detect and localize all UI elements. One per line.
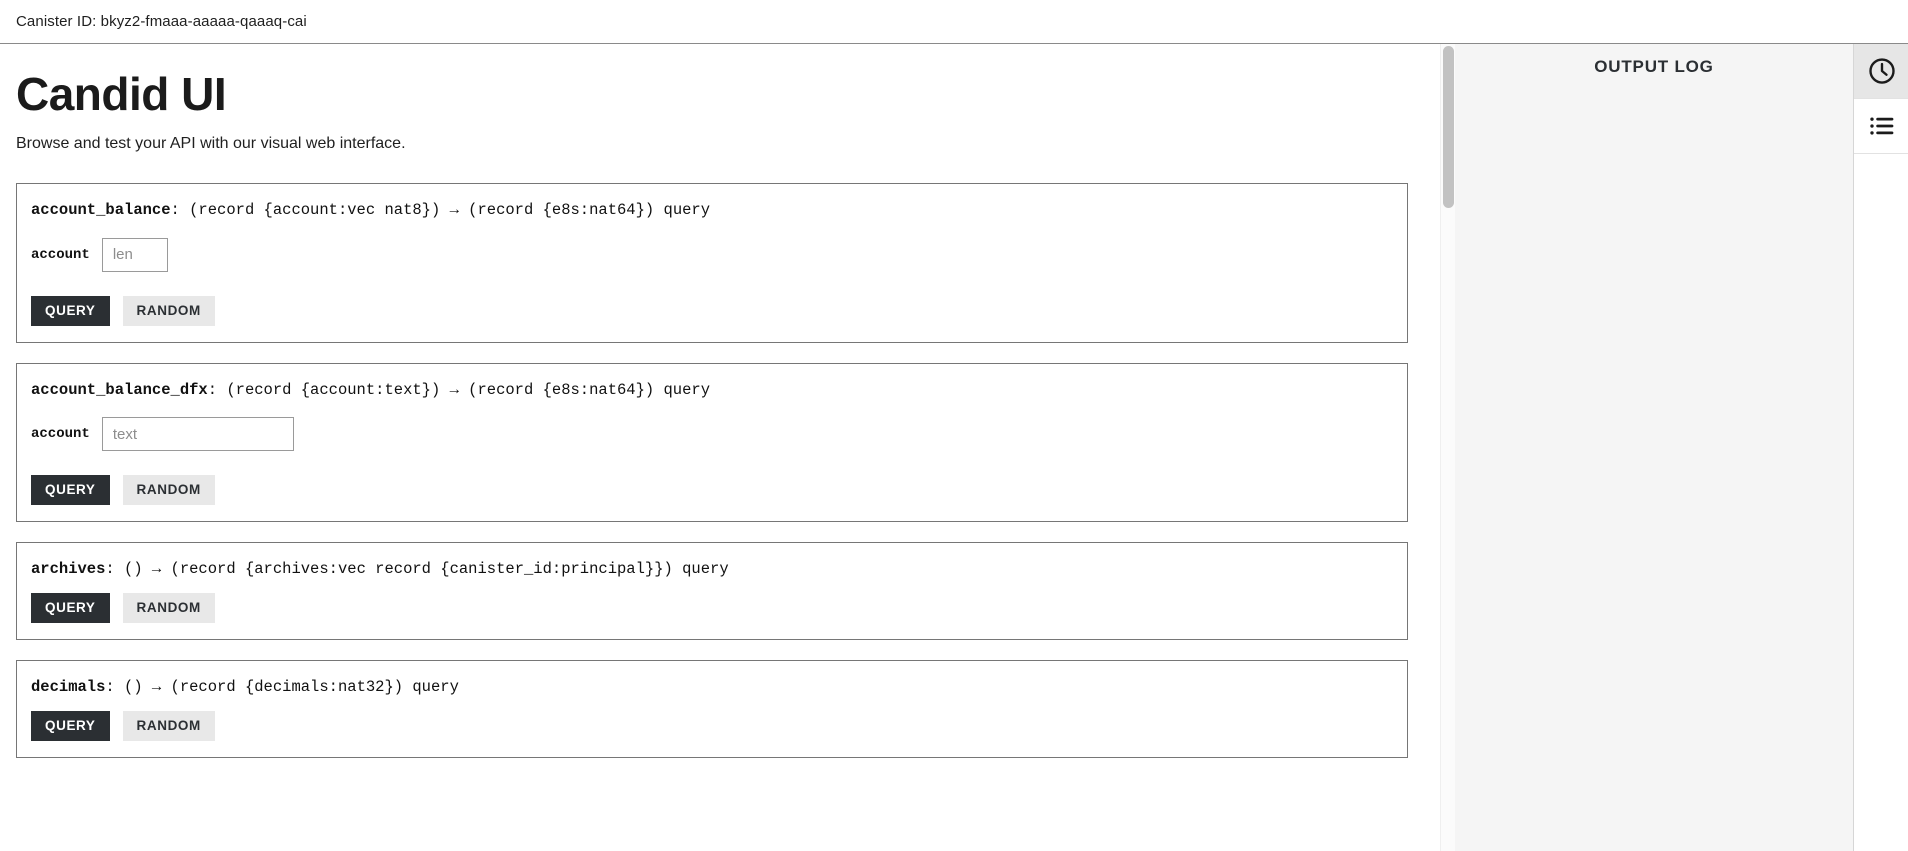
argument-input[interactable]: [101, 417, 294, 452]
random-button[interactable]: RANDOM: [122, 295, 215, 326]
query-button[interactable]: QUERY: [31, 710, 110, 741]
main-content-pane: Candid UI Browse and test your API with …: [0, 44, 1440, 851]
clock-icon: [1867, 56, 1897, 86]
output-log-entries: [1455, 77, 1853, 97]
method-button-row: QUERY RANDOM: [31, 295, 1393, 326]
history-clock-button[interactable]: [1854, 44, 1908, 99]
method-card: account_balance: (record {account:vec na…: [16, 182, 1408, 343]
output-log-title: OUTPUT LOG: [1594, 57, 1714, 76]
method-signature-types: : (record {account:vec nat8}) → (record …: [170, 200, 711, 219]
canister-id-label: Canister ID: bkyz2-fmaaa-aaaaa-qaaaq-cai: [16, 13, 307, 30]
argument-row: account: [31, 417, 1393, 452]
main-scrollbar-track[interactable]: [1440, 44, 1455, 851]
random-button[interactable]: RANDOM: [122, 475, 215, 506]
query-button[interactable]: QUERY: [31, 592, 110, 623]
argument-input[interactable]: [101, 237, 168, 272]
argument-row: account: [31, 237, 1393, 272]
argument-label: account: [31, 426, 90, 443]
method-card: archives: () → (record {archives:vec rec…: [16, 542, 1408, 640]
output-log-panel: OUTPUT LOG: [1455, 44, 1853, 851]
method-signature-types: : () → (record {decimals:nat32}) query: [105, 677, 459, 696]
method-signature: account_balance: (record {account:vec na…: [31, 200, 1393, 222]
method-button-row: QUERY RANDOM: [31, 710, 1393, 741]
page-title: Candid UI: [16, 68, 227, 120]
method-signature: account_balance_dfx: (record {account:te…: [31, 380, 1393, 402]
main-scrollbar-thumb[interactable]: [1443, 46, 1454, 208]
method-name: account_balance_dfx: [31, 380, 208, 399]
method-name: decimals: [31, 677, 106, 696]
list-icon: [1867, 111, 1897, 141]
query-button[interactable]: QUERY: [31, 475, 110, 506]
argument-label: account: [31, 246, 90, 263]
random-button[interactable]: RANDOM: [122, 592, 215, 623]
page-subtitle: Browse and test your API with our visual…: [16, 134, 406, 152]
method-signature: decimals: () → (record {decimals:nat32})…: [31, 677, 1393, 699]
method-signature-types: : (record {account:text}) → (record {e8s…: [207, 380, 711, 399]
query-button[interactable]: QUERY: [31, 295, 110, 326]
method-button-row: QUERY RANDOM: [31, 592, 1393, 623]
methods-list-button[interactable]: [1854, 99, 1908, 154]
method-button-row: QUERY RANDOM: [31, 475, 1393, 506]
top-header-bar: Canister ID: bkyz2-fmaaa-aaaaa-qaaaq-cai: [0, 0, 1908, 44]
method-signature: archives: () → (record {archives:vec rec…: [31, 559, 1393, 581]
random-button[interactable]: RANDOM: [122, 710, 215, 741]
method-card: decimals: () → (record {decimals:nat32})…: [16, 659, 1408, 758]
method-signature-types: : () → (record {archives:vec record {can…: [105, 560, 729, 579]
method-name: account_balance: [31, 200, 171, 219]
method-list: account_balance: (record {account:vec na…: [16, 182, 1424, 758]
right-icon-rail: [1853, 44, 1908, 851]
method-card: account_balance_dfx: (record {account:te…: [16, 362, 1408, 523]
method-name: archives: [31, 560, 106, 579]
